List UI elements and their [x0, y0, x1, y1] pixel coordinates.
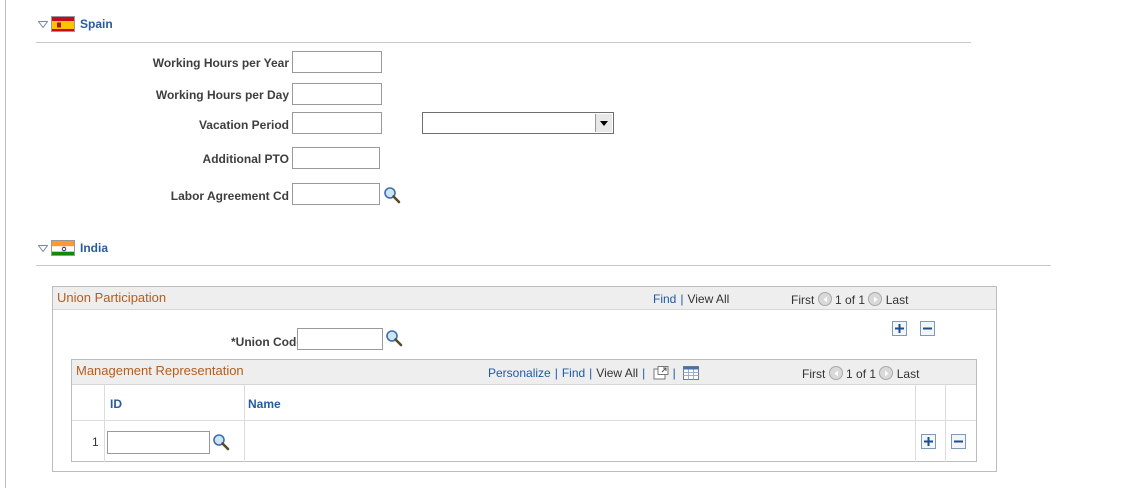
working-hours-year-label: Working Hours per Year: [152, 56, 289, 70]
india-section-divider: [36, 265, 1051, 266]
union-participation-title: Union Participation: [57, 290, 167, 305]
union-delete-row-button[interactable]: [920, 321, 935, 336]
union-code-lookup-icon[interactable]: [385, 329, 403, 347]
column-divider: [945, 384, 946, 462]
union-code-input[interactable]: [297, 328, 383, 350]
plus-icon: [895, 324, 904, 333]
personalize-link[interactable]: Personalize: [488, 366, 551, 380]
header-row-divider: [72, 420, 976, 421]
union-find-link[interactable]: Find: [653, 292, 676, 306]
column-divider: [104, 384, 105, 462]
management-representation-header: Management Representation Personalize | Fi…: [72, 360, 976, 385]
plus-icon: [924, 437, 933, 446]
column-header-id[interactable]: ID: [110, 397, 122, 411]
mgmt-last-label: Last: [896, 367, 920, 381]
management-id-lookup-icon[interactable]: [212, 433, 230, 451]
column-divider: [244, 384, 245, 462]
mgmt-find-link[interactable]: Find: [562, 366, 585, 380]
management-representation-grid: Management Representation Personalize | Fi…: [71, 359, 977, 462]
management-id-input[interactable]: [107, 431, 210, 454]
frame-left-border: [5, 0, 6, 488]
new-window-icon[interactable]: [653, 366, 669, 383]
working-hours-day-label: Working Hours per Day: [155, 88, 289, 102]
union-participation-pager: First 1 of 1 Last: [791, 292, 908, 307]
vacation-period-input[interactable]: [292, 112, 382, 134]
additional-pto-label: Additional PTO: [202, 152, 289, 166]
spain-section-header[interactable]: Spain: [37, 16, 113, 32]
vacation-period-unit-select[interactable]: [422, 112, 614, 134]
spreadsheet-icon[interactable]: [683, 366, 700, 383]
working-hours-day-input[interactable]: [292, 83, 382, 105]
dropdown-arrow-icon[interactable]: [595, 114, 612, 132]
minus-icon: [954, 440, 963, 443]
labor-agreement-lookup-icon[interactable]: [383, 186, 401, 204]
spain-flag-icon: [51, 16, 75, 32]
labor-agreement-label: Labor Agreement Cd: [170, 189, 289, 203]
union-participation-header: Union Participation Find | View All First …: [53, 287, 996, 310]
union-participation-grid: Union Participation Find | View All First …: [52, 286, 997, 472]
working-hours-year-input[interactable]: [292, 51, 382, 73]
labor-agreement-input[interactable]: [292, 183, 380, 205]
union-first-label: First: [791, 293, 815, 307]
union-participation-nav-links: Find | View All: [653, 292, 730, 306]
additional-pto-input[interactable]: [292, 147, 380, 169]
management-nav-links: Personalize | Find | View All | |: [488, 366, 700, 383]
arrow-right-icon[interactable]: [879, 366, 894, 380]
management-pager: First 1 of 1 Last: [802, 366, 919, 381]
mgmt-add-row-button[interactable]: [921, 434, 936, 449]
mgmt-delete-row-button[interactable]: [951, 434, 966, 449]
union-view-all-link[interactable]: View All: [687, 292, 729, 306]
spain-section-title[interactable]: Spain: [80, 17, 113, 31]
mgmt-view-all-link[interactable]: View All: [596, 366, 638, 380]
column-divider: [915, 384, 916, 462]
chevron-down-icon[interactable]: [37, 19, 49, 29]
arrow-right-icon[interactable]: [868, 292, 883, 306]
minus-icon: [923, 327, 932, 330]
arrow-left-icon[interactable]: [828, 366, 843, 380]
mgmt-first-label: First: [802, 367, 826, 381]
union-count-label: 1 of 1: [835, 293, 866, 307]
management-representation-title: Management Representation: [76, 363, 244, 378]
chevron-down-icon[interactable]: [37, 243, 49, 253]
india-flag-icon: [51, 240, 75, 256]
vacation-period-label: Vacation Period: [198, 118, 289, 132]
india-section-title[interactable]: India: [80, 241, 108, 255]
mgmt-count-label: 1 of 1: [846, 367, 877, 381]
spain-section-divider: [36, 42, 971, 43]
column-header-name[interactable]: Name: [248, 397, 281, 411]
row-number: 1: [92, 435, 99, 449]
union-code-label: *Union Code: [231, 335, 303, 349]
union-add-row-button[interactable]: [892, 321, 907, 336]
arrow-left-icon[interactable]: [817, 292, 832, 306]
union-last-label: Last: [885, 293, 909, 307]
india-section-header[interactable]: India: [37, 240, 108, 256]
